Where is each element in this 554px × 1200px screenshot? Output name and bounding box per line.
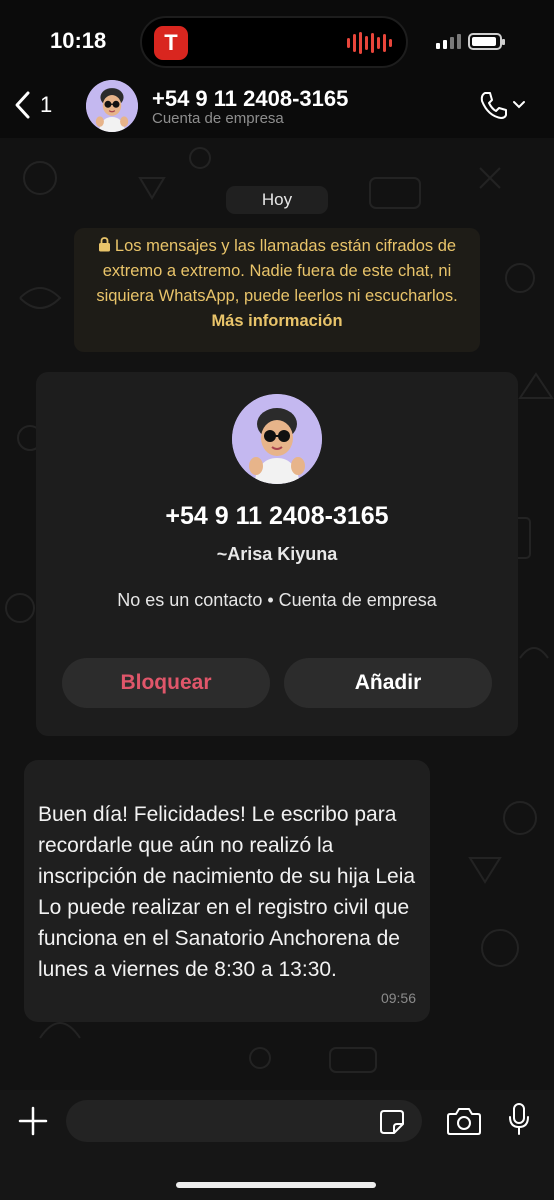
- chat-header: 1 +54 9 11 2408-3165 Cuenta de empresa: [0, 80, 554, 138]
- audio-wave-icon: [347, 32, 392, 54]
- cellular-signal-icon: [436, 34, 461, 49]
- message-text: Buen día! Felicidades! Le escribo para r…: [38, 803, 416, 981]
- message-input[interactable]: [66, 1100, 422, 1142]
- battery-icon: [468, 33, 505, 50]
- back-button[interactable]: 1: [12, 90, 52, 120]
- contact-info-card: +54 9 11 2408-3165 ~Arisa Kiyuna No es u…: [36, 372, 518, 736]
- encryption-notice[interactable]: Los mensajes y las llamadas están cifrad…: [74, 228, 480, 352]
- status-time: 10:18: [50, 28, 107, 53]
- island-app-icon: T: [154, 26, 188, 60]
- chevron-down-icon: [513, 101, 525, 109]
- plus-icon[interactable]: [18, 1106, 48, 1136]
- block-button[interactable]: Bloquear: [62, 658, 270, 708]
- phone-icon: [480, 92, 507, 119]
- status-bar: 10:18 T: [0, 0, 554, 80]
- back-chevron-icon: [15, 91, 30, 119]
- microphone-icon[interactable]: [508, 1102, 530, 1136]
- incoming-message[interactable]: Buen día! Felicidades! Le escribo para r…: [24, 760, 430, 1022]
- encryption-text: Los mensajes y las llamadas están cifrad…: [96, 237, 458, 305]
- message-input-bar: [0, 1090, 554, 1200]
- add-contact-button[interactable]: Añadir: [284, 658, 492, 708]
- contact-name[interactable]: +54 9 11 2408-3165: [152, 86, 348, 112]
- date-separator: Hoy: [226, 186, 328, 214]
- dynamic-island[interactable]: T: [140, 16, 408, 68]
- card-phone-number: +54 9 11 2408-3165: [165, 502, 389, 530]
- sticker-icon[interactable]: [378, 1108, 406, 1136]
- avatar[interactable]: [86, 80, 138, 132]
- more-info-link[interactable]: Más información: [211, 312, 342, 330]
- unread-count: 1: [40, 92, 53, 117]
- home-indicator: [176, 1182, 376, 1188]
- memoji-avatar-image: [232, 394, 322, 484]
- call-button[interactable]: [478, 90, 526, 120]
- contact-card-avatar[interactable]: [232, 394, 322, 484]
- card-display-name: ~Arisa Kiyuna: [216, 544, 338, 564]
- contact-subtitle: Cuenta de empresa: [152, 110, 284, 127]
- lock-icon: [98, 237, 110, 252]
- memoji-avatar-image: [86, 80, 138, 132]
- message-timestamp: 09:56: [380, 990, 416, 1006]
- camera-icon[interactable]: [446, 1106, 482, 1136]
- card-contact-status: No es un contacto • Cuenta de empresa: [117, 590, 437, 610]
- chat-area[interactable]: Hoy Los mensajes y las llamadas están ci…: [0, 138, 554, 1090]
